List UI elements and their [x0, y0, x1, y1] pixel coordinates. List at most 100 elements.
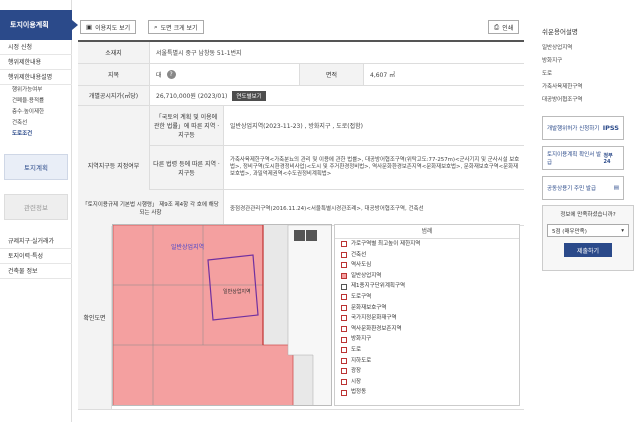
- legend-swatch-icon: [341, 326, 347, 333]
- help-icon[interactable]: ?: [166, 70, 176, 79]
- price-value: 26,710,000원 (2023/01): [156, 93, 228, 100]
- glossary-link[interactable]: 일반상업지역: [542, 42, 632, 55]
- sidebar-sub-height[interactable]: 층수·높이제한: [0, 107, 72, 118]
- legend-swatch-icon: [341, 379, 347, 386]
- sidebar-item-trade[interactable]: 규제지구·실거래가: [0, 234, 72, 249]
- land-plan-block[interactable]: 토지계획: [4, 154, 68, 180]
- legend-swatch-icon: [341, 304, 347, 311]
- area-value: 4,607 ㎡: [370, 72, 396, 79]
- survey-question: 정보에 만족하셨습니까?: [560, 212, 616, 218]
- jimok-cell: 대 ?: [150, 64, 300, 85]
- survey-selected-value: 5점 (매우만족): [552, 228, 587, 235]
- map-view-button[interactable]: ▣ 이용지도 보기: [80, 20, 137, 34]
- legend-swatch-icon: [341, 357, 347, 364]
- map-icon: ▣: [86, 23, 93, 31]
- law3-value: 중점경관관리구역(2016.11.24)<서울특별시경관조례>, 대공방어협조구…: [230, 206, 424, 212]
- sidebar-sub-allowed[interactable]: 행위가능여부: [0, 85, 72, 96]
- sidebar-item-history[interactable]: 토지이력·특성: [0, 249, 72, 264]
- map-control-zoom-out: [306, 230, 317, 241]
- sidebar-item-correction[interactable]: 시정 신청: [0, 40, 72, 55]
- glossary-link[interactable]: 가축사육제한구역: [542, 81, 632, 94]
- magnifier-icon: ⌕: [154, 22, 158, 31]
- survey-box: 정보에 만족하셨습니까? 5점 (매우만족) ▾ 제출하기: [542, 205, 634, 271]
- table-row: 개별공시지가(㎡당) 26,710,000원 (2023/01) 연도별보기: [78, 86, 524, 106]
- addr-label: 소재지: [78, 42, 150, 63]
- sidebar-list: 시정 신청 행위제한내용 행위제한내용설명 행위가능여부 건폐율·용적률 층수·…: [0, 40, 72, 279]
- print-label: 인쇄: [502, 24, 514, 32]
- legend-item: 국가지정문화재구역: [335, 313, 519, 324]
- legend-item: 광장: [335, 366, 519, 377]
- sidebar-sub-road[interactable]: 도로조건: [0, 129, 72, 140]
- legend-swatch-icon: [341, 368, 347, 375]
- jimok-label: 지목: [78, 64, 150, 85]
- print-button[interactable]: ⎙ 인쇄: [488, 20, 520, 34]
- legend-item: 일반상업지역: [335, 271, 519, 282]
- law2-value: 가축사육제한구역<가축분뇨의 관리 및 이용에 관한 법률>, 대공방어협조구역…: [230, 157, 520, 177]
- legend-swatch-icon: [341, 241, 347, 248]
- chevron-down-icon: ▾: [621, 227, 624, 234]
- legend-item: 제1종지구단위계획구역: [335, 281, 519, 292]
- development-permit-card[interactable]: 개발행위허가 신청하기 IPSS: [542, 116, 624, 140]
- map-label-commercial-2: 일반상업지역: [223, 288, 251, 295]
- map-label: 확인도면: [78, 226, 112, 409]
- law1-label: 「국토의 계획 및 이용에 관한 법률」에 따른 지역 · 지구등: [150, 106, 224, 145]
- law1-value: 일반상업지역(2023-11-23) , 방화지구 , 도로(접함): [230, 123, 363, 130]
- toolbar: ▣ 이용지도 보기 ⌕ 도면 크게 보기 ⎙ 인쇄: [78, 20, 524, 36]
- sidebar-sub-ratio[interactable]: 건폐율·용적률: [0, 96, 72, 107]
- sidebar-item-restriction-desc[interactable]: 행위제한내용설명: [0, 70, 72, 85]
- legend-swatch-icon: [341, 389, 347, 396]
- law3-label: 「토지이용규제 기본법 시행령」 제9조 제4항 각 호에 해당되는 사항: [78, 190, 224, 226]
- gov24-logo: 정부24: [603, 152, 613, 165]
- legend-item: 시장: [335, 377, 519, 388]
- sidebar-title: 토지이용계획: [0, 10, 78, 40]
- resident-issue-card[interactable]: 공동상용기 주민 발급 ▤: [542, 176, 624, 200]
- table-row: 「토지이용규제 기본법 시행령」 제9조 제4항 각 호에 해당되는 사항 중점…: [78, 190, 524, 226]
- table-row: 소재지 서울특별시 중구 남창동 51-1번지: [78, 42, 524, 64]
- legend-swatch-icon: [341, 262, 347, 269]
- area-label: 면적: [300, 64, 364, 85]
- submit-button[interactable]: 제출하기: [564, 243, 612, 257]
- yearly-view-button[interactable]: 연도별보기: [232, 90, 266, 101]
- glossary-link[interactable]: 도로: [542, 68, 632, 81]
- legend-item: 법정동: [335, 387, 519, 398]
- legend-item: 역사도심: [335, 260, 519, 271]
- glossary-link[interactable]: 방화지구: [542, 55, 632, 68]
- legend-item: 방화지구: [335, 334, 519, 345]
- glossary-title: 쉬운용어설명: [542, 28, 578, 36]
- legend-swatch-icon: [341, 294, 347, 301]
- legend-swatch-icon: [341, 315, 347, 322]
- legend-swatch-icon: [341, 251, 347, 258]
- ipss-logo: IPSS: [602, 124, 619, 132]
- addr-value: 서울특별시 중구 남창동 51-1번지: [156, 50, 242, 57]
- jimok-value: 대: [156, 72, 162, 79]
- certificate-issue-text: 토지이용계획 확인서 발급: [547, 152, 602, 166]
- legend-swatch-icon: [341, 347, 347, 354]
- certificate-issue-card[interactable]: 토지이용계획 확인서 발급 정부24: [542, 146, 624, 170]
- printer-icon: ⎙: [494, 22, 500, 31]
- zone-section: 지역지구등 지정여부 「국토의 계획 및 이용에 관한 법률」에 따른 지역 ·…: [78, 106, 524, 226]
- map-control-zoom-in: [294, 230, 305, 241]
- sidebar-sub-building-line[interactable]: 건축선: [0, 118, 72, 129]
- land-info-table: 소재지 서울특별시 중구 남창동 51-1번지 지목 대 ? 면적 4,607 …: [78, 40, 524, 410]
- legend-item: 도로구역: [335, 292, 519, 303]
- resident-issue-text: 공동상용기 주민 발급: [547, 186, 597, 192]
- zoom-map-button[interactable]: ⌕ 도면 크게 보기: [148, 20, 204, 34]
- land-map[interactable]: 일반상업지역 일반상업지역: [112, 224, 332, 406]
- sidebar-item-restriction[interactable]: 행위제한내용: [0, 55, 72, 70]
- table-row: 「국토의 계획 및 이용에 관한 법률」에 따른 지역 · 지구등 일반상업지역…: [150, 106, 524, 146]
- glossary-link[interactable]: 대공방어협조구역: [542, 94, 632, 107]
- related-info-block[interactable]: 관련정보: [4, 194, 68, 220]
- survey-select[interactable]: 5점 (매우만족) ▾: [547, 224, 629, 237]
- legend-item: 건축선: [335, 250, 519, 261]
- legend-swatch-icon: [341, 283, 347, 290]
- sidebar-item-building[interactable]: 건축물 정보: [0, 264, 72, 279]
- table-row: 다른 법령 등에 따른 지역 · 지구등 가축사육제한구역<가축분뇨의 관리 및…: [150, 146, 524, 190]
- legend-item: 도로: [335, 345, 519, 356]
- development-permit-text: 개발행위허가 신청하기: [547, 126, 600, 132]
- map-legend: 범례 가로구역별 최고높이 제한지역 건축선 역사도심 일반상업지역 제1종지구…: [334, 224, 520, 406]
- document-icon: ▤: [613, 185, 619, 191]
- legend-title: 범례: [335, 225, 519, 239]
- legend-item: 역사문화환경보존지역: [335, 324, 519, 335]
- left-sidebar: 토지이용계획 시정 신청 행위제한내용 행위제한내용설명 행위가능여부 건폐율·…: [0, 0, 78, 422]
- legend-item: 문화재보호구역: [335, 303, 519, 314]
